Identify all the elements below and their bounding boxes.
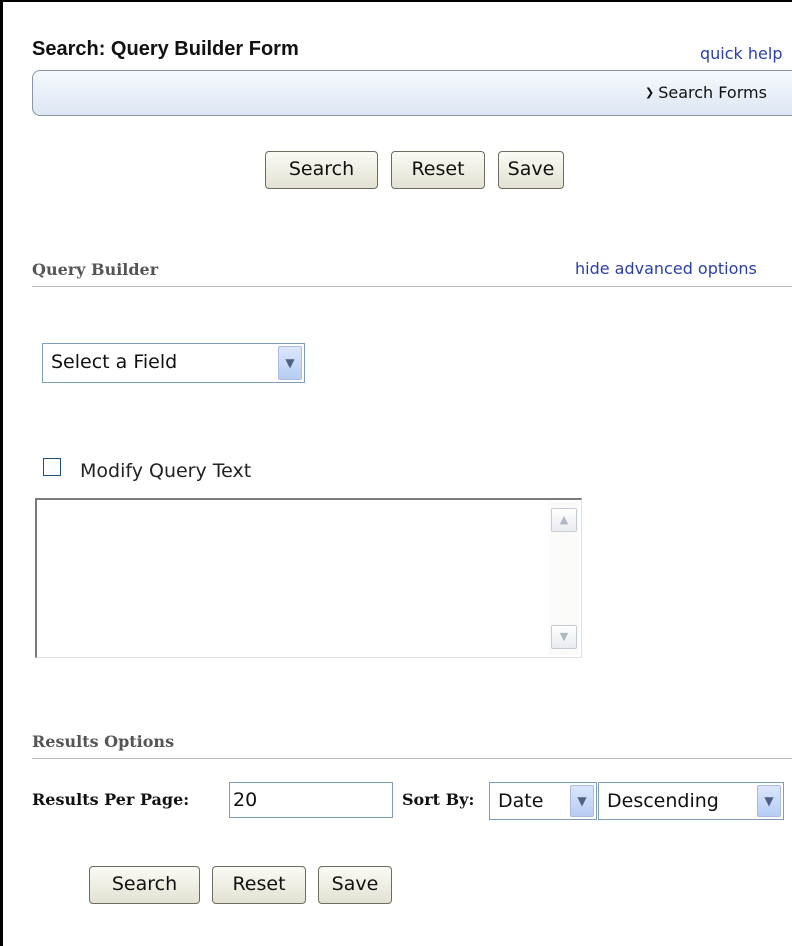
search-forms-bar[interactable]: ❯ Search Forms <box>32 70 792 116</box>
save-button-bottom[interactable]: Save <box>318 866 392 904</box>
sort-order-select[interactable]: Descending ▼ <box>598 782 784 820</box>
page-title: Search: Query Builder Form <box>32 38 299 60</box>
search-forms-label: Search Forms <box>658 83 767 102</box>
sort-by-label: Sort By: <box>402 790 475 809</box>
results-options-heading: Results Options <box>32 732 175 751</box>
results-options-divider <box>32 758 792 759</box>
modify-query-checkbox[interactable] <box>43 458 61 476</box>
field-select-value: Select a Field <box>51 351 178 373</box>
sort-order-value: Descending <box>607 790 719 812</box>
save-button-top[interactable]: Save <box>498 151 564 189</box>
scroll-down-icon[interactable]: ▼ <box>551 625 577 649</box>
search-forms-toggle[interactable]: ❯ Search Forms <box>645 83 767 102</box>
reset-button-bottom[interactable]: Reset <box>212 866 306 904</box>
sort-field-value: Date <box>498 790 544 812</box>
scroll-up-icon[interactable]: ▲ <box>551 508 577 532</box>
chevron-down-icon[interactable]: ▼ <box>570 785 594 817</box>
window-top-border <box>0 0 792 2</box>
search-button-bottom[interactable]: Search <box>89 866 200 904</box>
reset-button-top[interactable]: Reset <box>391 151 485 189</box>
results-per-page-label: Results Per Page: <box>32 790 190 809</box>
hide-advanced-options-link[interactable]: hide advanced options <box>575 259 757 278</box>
results-per-page-input[interactable]: 20 <box>229 782 393 818</box>
query-text-scrollbar[interactable]: ▲ ▼ <box>549 502 579 655</box>
search-button-top[interactable]: Search <box>265 151 378 189</box>
chevron-down-icon[interactable]: ▼ <box>278 346 302 380</box>
sort-field-select[interactable]: Date ▼ <box>489 782 597 820</box>
quick-help-link[interactable]: quick help <box>700 44 782 63</box>
chevron-down-icon: ❯ <box>645 86 655 99</box>
window-left-border <box>0 0 3 946</box>
query-builder-divider <box>32 286 792 287</box>
field-select[interactable]: Select a Field ▼ <box>42 343 305 383</box>
query-text-area[interactable]: ▲ ▼ <box>35 498 582 658</box>
modify-query-label: Modify Query Text <box>80 460 252 482</box>
query-builder-heading: Query Builder <box>32 260 159 279</box>
chevron-down-icon[interactable]: ▼ <box>757 785 781 817</box>
